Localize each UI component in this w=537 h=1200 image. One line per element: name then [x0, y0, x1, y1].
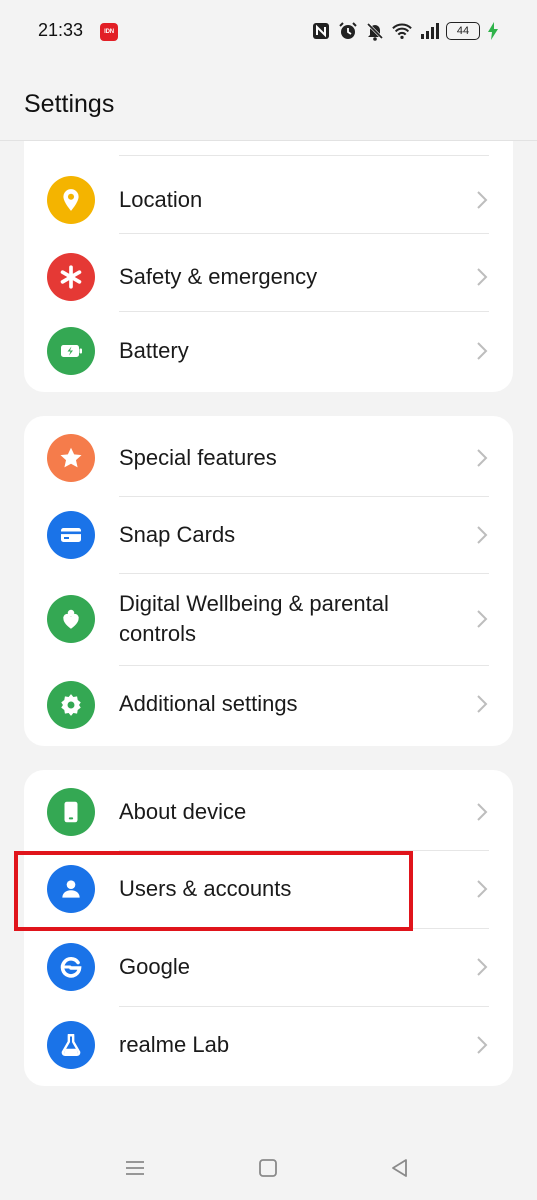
- chevron-right-icon: [477, 526, 488, 544]
- divider: [119, 233, 489, 234]
- settings-item-battery[interactable]: Battery: [24, 317, 513, 392]
- chevron-right-icon: [477, 191, 488, 209]
- asterisk-icon: [47, 253, 95, 301]
- idn-notification-icon: IDN: [100, 23, 118, 41]
- google-icon: [47, 943, 95, 991]
- divider: [119, 311, 489, 312]
- highlight-box: [14, 851, 413, 931]
- chevron-right-icon: [477, 449, 488, 467]
- settings-item-label: Snap Cards: [119, 522, 236, 547]
- battery-level: 44: [456, 25, 470, 37]
- page-header: Settings: [0, 62, 537, 141]
- page-title: Settings: [24, 90, 115, 118]
- chevron-right-icon: [477, 342, 488, 360]
- chevron-right-icon: [477, 880, 488, 898]
- settings-item-safety-emergency[interactable]: Safety & emergency: [24, 239, 513, 317]
- chevron-right-icon: [477, 268, 488, 286]
- phone-icon: [47, 788, 95, 836]
- settings-item-about-device[interactable]: About device: [24, 770, 513, 850]
- alarm-icon: [339, 22, 357, 39]
- divider: [119, 155, 489, 156]
- location-icon: [47, 176, 95, 224]
- settings-item-label: Special features: [119, 445, 277, 470]
- settings-item-google[interactable]: Google: [24, 928, 513, 1006]
- settings-item-label: Safety & emergency: [119, 264, 318, 289]
- gear-icon: [47, 681, 95, 729]
- settings-item-special-features[interactable]: Special features: [24, 416, 513, 496]
- status-icons: 44: [311, 18, 499, 44]
- chevron-right-icon: [477, 1036, 488, 1054]
- charging-icon: [488, 22, 498, 40]
- battery-charging-icon: [47, 327, 95, 375]
- nfc-icon: [313, 23, 329, 39]
- settings-item-additional-settings[interactable]: Additional settings: [24, 665, 513, 746]
- status-bar: 21:33 IDN 44: [0, 0, 537, 62]
- settings-item-label: Google: [119, 954, 190, 979]
- signal-icon: [421, 23, 439, 39]
- chevron-right-icon: [477, 610, 488, 628]
- settings-item-location[interactable]: Location: [24, 161, 513, 239]
- chevron-right-icon: [477, 958, 488, 976]
- wifi-icon: [392, 23, 412, 39]
- card-icon: [47, 511, 95, 559]
- home-icon[interactable]: [254, 1154, 282, 1182]
- status-time: 21:33: [38, 20, 84, 40]
- settings-item-snap-cards[interactable]: Snap Cards: [24, 496, 513, 573]
- mute-icon: [366, 22, 384, 41]
- settings-item-label: Battery: [119, 338, 189, 363]
- chevron-right-icon: [477, 695, 488, 713]
- chevron-right-icon: [477, 803, 488, 821]
- settings-item-label: Digital Wellbeing & parental controls: [119, 591, 389, 646]
- navigation-bar: [0, 1140, 537, 1200]
- settings-item-label: Location: [119, 187, 203, 212]
- settings-item-label: About device: [119, 799, 247, 824]
- settings-group-2: Special features Snap Cards Digital Well…: [24, 416, 513, 746]
- settings-item-label: Additional settings: [119, 691, 298, 716]
- menu-icon[interactable]: [121, 1154, 149, 1182]
- settings-item-realme-lab[interactable]: realme Lab: [24, 1006, 513, 1086]
- battery-icon: 44: [446, 22, 480, 40]
- settings-item-label: realme Lab: [119, 1032, 230, 1057]
- flask-icon: [47, 1021, 95, 1069]
- star-icon: [47, 434, 95, 482]
- settings-group-1: Location Safety & emergency Battery: [24, 141, 513, 392]
- settings-item-digital-wellbeing[interactable]: Digital Wellbeing & parental controls: [24, 573, 513, 665]
- wellbeing-heart-icon: [47, 595, 95, 643]
- back-icon[interactable]: [386, 1154, 414, 1182]
